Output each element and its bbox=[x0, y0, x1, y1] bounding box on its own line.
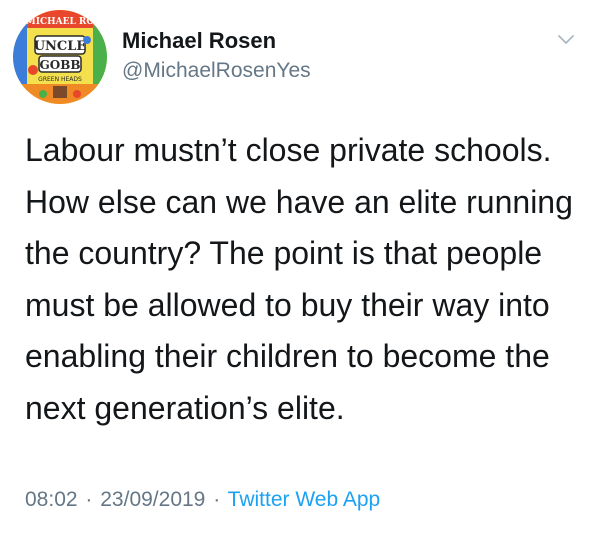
svg-text:UNCLE: UNCLE bbox=[34, 39, 87, 54]
tweet-card: MICHAEL RO UNCLE GOBB GREEN HEADS Michae… bbox=[0, 0, 600, 535]
tweet-source-link[interactable]: Twitter Web App bbox=[228, 488, 381, 511]
author-name[interactable]: Michael Rosen bbox=[122, 27, 276, 55]
tweet-text: Labour mustn’t close private schools. Ho… bbox=[25, 132, 573, 426]
avatar[interactable]: MICHAEL RO UNCLE GOBB GREEN HEADS bbox=[13, 10, 107, 104]
author-handle[interactable]: @MichaelRosenYes bbox=[122, 58, 311, 84]
svg-text:GREEN HEADS: GREEN HEADS bbox=[38, 76, 82, 83]
more-menu-button[interactable] bbox=[554, 28, 578, 52]
meta-separator: · bbox=[85, 488, 93, 511]
meta-separator: · bbox=[213, 488, 221, 511]
book-cover-avatar-icon: MICHAEL RO UNCLE GOBB GREEN HEADS bbox=[13, 10, 107, 104]
svg-text:MICHAEL RO: MICHAEL RO bbox=[26, 17, 95, 27]
chevron-down-icon bbox=[558, 35, 574, 44]
tweet-meta: 08:02 · 23/09/2019 · Twitter Web App bbox=[25, 487, 380, 513]
tweet-time[interactable]: 08:02 bbox=[25, 488, 78, 511]
svg-text:GOBB: GOBB bbox=[40, 58, 81, 72]
tweet-date[interactable]: 23/09/2019 bbox=[100, 488, 205, 511]
